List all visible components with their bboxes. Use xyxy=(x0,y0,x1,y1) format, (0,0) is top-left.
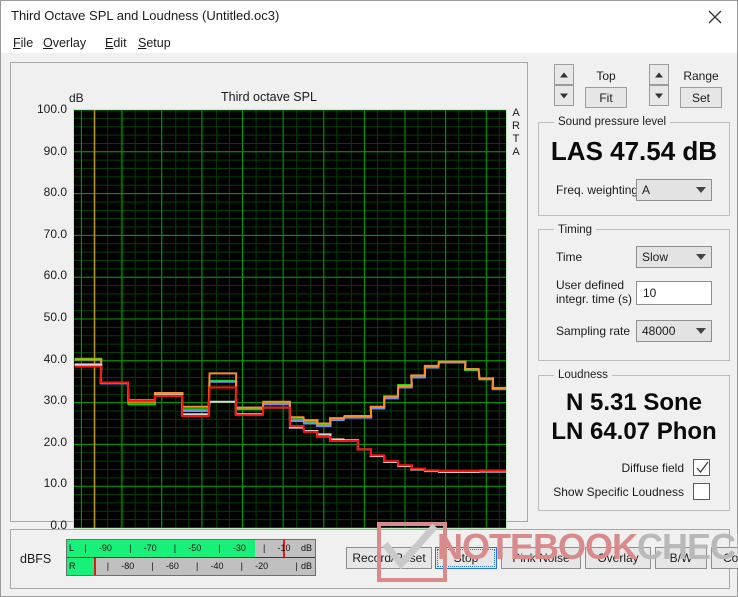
menu-bar: File Overlay Edit Setup xyxy=(1,32,737,53)
integration-time-label: User defined integr. time (s) xyxy=(556,277,633,306)
focus-outline xyxy=(437,549,495,567)
y-axis-tick-label: 60.0 xyxy=(43,268,67,283)
chevron-down-icon xyxy=(696,253,706,260)
timing-group-legend: Timing xyxy=(558,223,593,236)
check-icon xyxy=(696,461,709,473)
button-copy[interactable]: Copy xyxy=(711,547,738,569)
specific-loudness-row: Show Specific Loudness xyxy=(553,482,710,504)
spl-plot-area[interactable] xyxy=(73,109,507,529)
menu-item-overlay[interactable]: Overlay xyxy=(39,35,90,51)
top-fit-button[interactable]: Fit xyxy=(585,87,627,108)
loudness-phon-value: LN 64.07 Phon xyxy=(551,417,717,445)
range-label: Range xyxy=(683,69,719,83)
integration-time-row: User defined integr. time (s) 10 xyxy=(556,278,712,312)
chart-title: Third octave SPL xyxy=(221,90,317,104)
spl-value: LAS 47.54 dB xyxy=(550,136,718,167)
diffuse-field-label: Diffuse field xyxy=(621,460,684,475)
chart-panel: dB Third octave SPL ARTA 0.0 10.0 20.0 30.0… xyxy=(10,62,528,569)
menu-item-setup[interactable]: Setup xyxy=(134,35,175,51)
button-label: Overlay xyxy=(597,551,639,565)
sampling-rate-value: 48000 xyxy=(642,323,676,338)
integration-time-value: 10 xyxy=(643,285,657,300)
freq-weighting-value: A xyxy=(642,183,651,198)
application-window: Third Octave SPL and Loudness (Untitled.… xyxy=(0,0,738,597)
loudness-sone-value: N 5.31 Sone xyxy=(565,388,703,416)
y-axis-tick-label: 70.0 xyxy=(43,226,67,241)
y-axis-tick-label: 80.0 xyxy=(43,185,67,200)
top-spinner[interactable] xyxy=(554,64,574,106)
sampling-rate-select[interactable]: 48000 xyxy=(636,319,712,342)
button-record-reset[interactable]: Record/Reset xyxy=(346,547,432,569)
range-set-button[interactable]: Set xyxy=(680,87,722,108)
freq-weighting-row: Freq. weighting A xyxy=(556,179,712,205)
action-button-bar: Record/Reset Stop Pink Noise Overlay B/W Copy xyxy=(11,530,738,588)
top-spinner-down-icon[interactable] xyxy=(554,85,574,106)
specific-loudness-checkbox[interactable] xyxy=(693,482,710,500)
time-value: Slow xyxy=(642,249,669,264)
menu-item-edit[interactable]: Edit xyxy=(101,35,131,51)
top-label: Top xyxy=(596,69,616,83)
spl-group-legend: Sound pressure level xyxy=(558,116,667,128)
sampling-rate-row: Sampling rate 48000 xyxy=(556,319,712,346)
button-label: B/W xyxy=(669,551,693,565)
sound-pressure-level-group: Sound pressure level LAS 47.54 dB Freq. … xyxy=(538,116,730,216)
window-title: Third Octave SPL and Loudness (Untitled.… xyxy=(11,8,280,23)
loudness-group: Loudness N 5.31 Sone LN 64.07 Phon Diffu… xyxy=(538,369,730,512)
button-label: Record/Reset xyxy=(352,551,426,565)
freq-weighting-select[interactable]: A xyxy=(636,179,712,202)
arta-logo-label: ARTA xyxy=(512,107,520,158)
range-spinner-down-icon[interactable] xyxy=(649,85,669,106)
range-spinner-up-icon[interactable] xyxy=(649,64,669,85)
button-overlay[interactable]: Overlay xyxy=(585,547,651,569)
close-icon[interactable] xyxy=(692,1,737,32)
integration-time-input[interactable]: 10 xyxy=(636,280,712,305)
diffuse-field-row: Diffuse field xyxy=(556,458,710,480)
menu-item-file[interactable]: File xyxy=(9,35,37,51)
freq-weighting-label: Freq. weighting xyxy=(556,183,639,198)
chevron-down-icon xyxy=(696,187,706,194)
loudness-group-legend: Loudness xyxy=(558,369,608,382)
right-control-column: Top Fit Range Set Sound pressure level L… xyxy=(536,62,732,512)
y-axis-tick-label: 50.0 xyxy=(43,310,67,324)
range-spinner[interactable] xyxy=(649,64,669,106)
button-label: Copy xyxy=(722,551,738,565)
timing-group: Timing Time Slow User defined integr. ti… xyxy=(538,223,730,362)
button-pink-noise[interactable]: Pink Noise xyxy=(501,547,581,569)
top-spinner-up-icon[interactable] xyxy=(554,64,574,85)
diffuse-field-checkbox[interactable] xyxy=(693,458,710,476)
time-select[interactable]: Slow xyxy=(636,245,712,268)
y-axis-tick-label: 40.0 xyxy=(43,351,67,366)
sampling-rate-label: Sampling rate xyxy=(556,323,631,338)
y-axis-tick-label: 20.0 xyxy=(43,434,67,449)
y-axis-tick-label: 90.0 xyxy=(43,143,67,158)
title-bar: Third Octave SPL and Loudness (Untitled.… xyxy=(1,1,737,32)
time-label: Time xyxy=(556,249,583,264)
chevron-down-icon xyxy=(696,327,706,334)
y-axis-tick-label: 10.0 xyxy=(43,476,67,491)
button-b-w[interactable]: B/W xyxy=(655,547,707,569)
y-axis-tick-label: 30.0 xyxy=(43,393,67,408)
spl-plot-svg xyxy=(74,110,506,528)
bottom-bar: dBFS L dB -90 | -70 | -50 | -30 | -10 | R dB -80 |… xyxy=(10,529,738,589)
button-label: Pink Noise xyxy=(512,551,570,565)
time-row: Time Slow xyxy=(556,245,712,272)
specific-loudness-label: Show Specific Loudness xyxy=(553,484,684,499)
scale-controls-row: Top Fit Range Set xyxy=(536,62,732,108)
button-stop[interactable]: Stop xyxy=(435,547,497,569)
y-axis-tick-label: 100.0 xyxy=(36,102,67,116)
